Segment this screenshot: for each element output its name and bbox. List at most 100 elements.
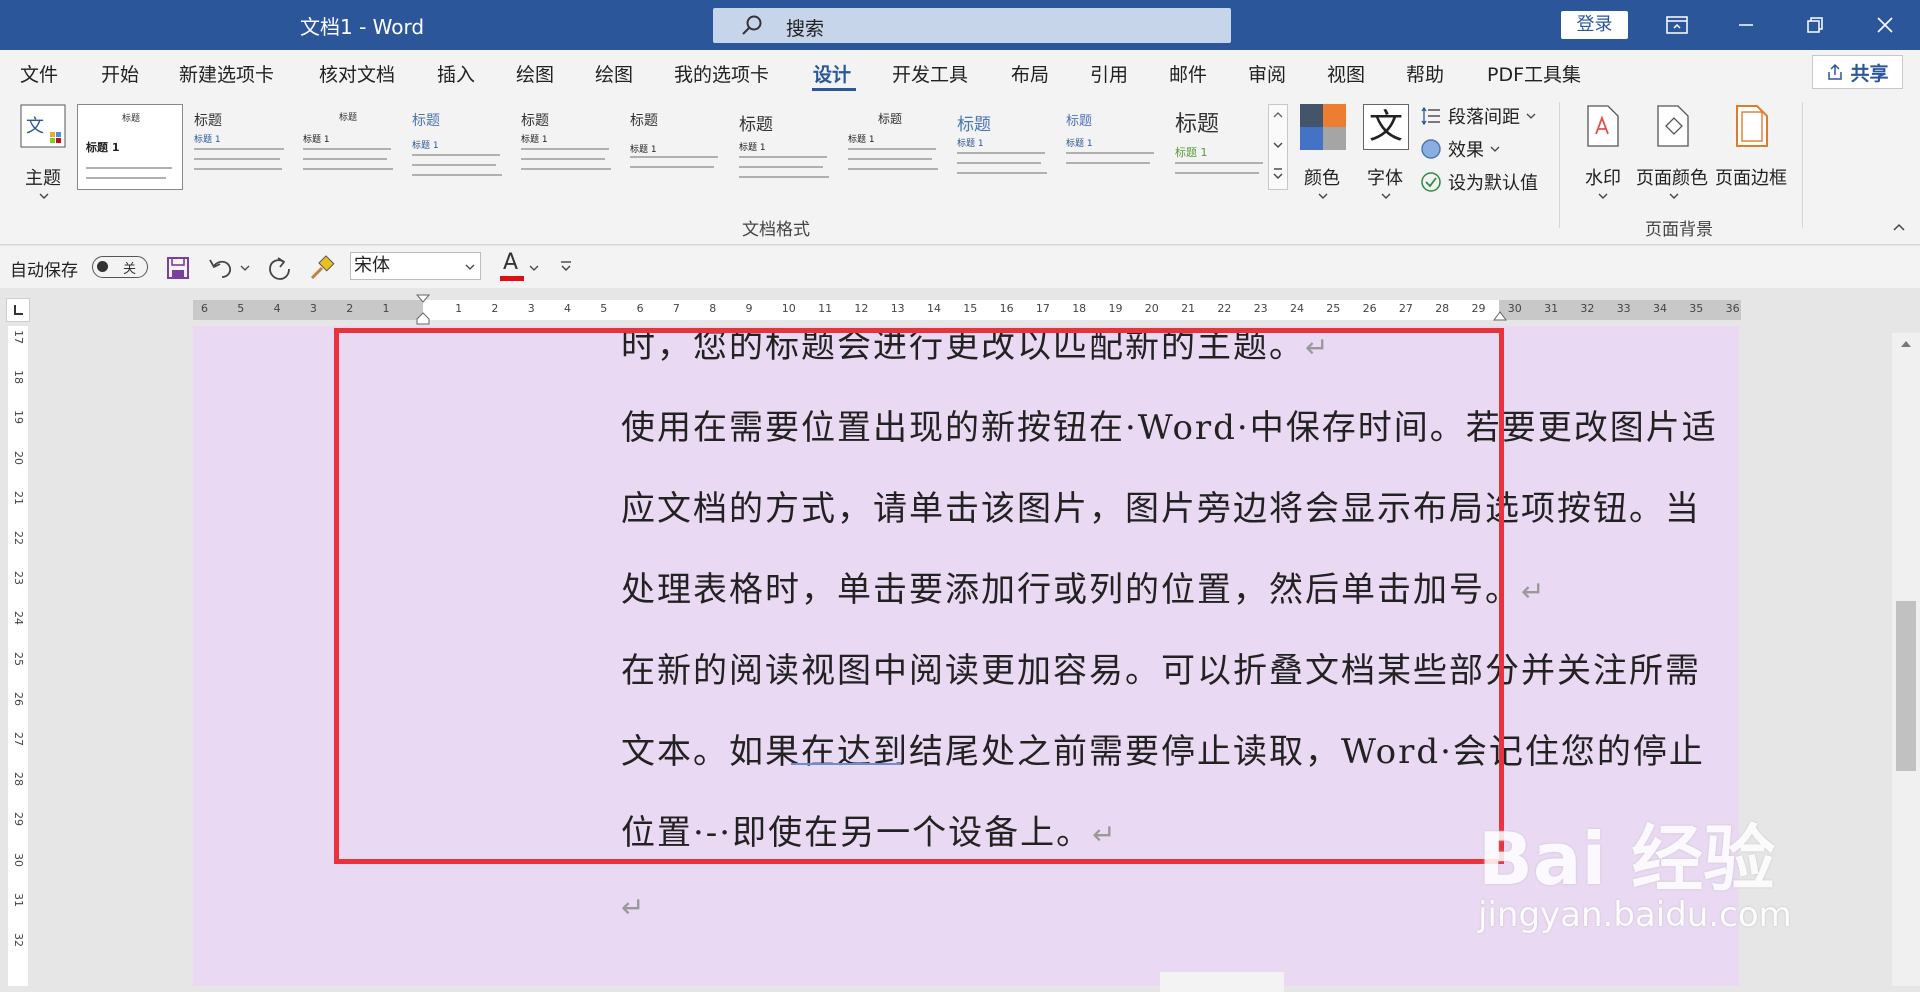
page-border-button[interactable]: 页面边框 [1715, 104, 1791, 214]
close-icon [1877, 17, 1893, 33]
search-box[interactable]: 搜索 [713, 8, 1231, 43]
scroll-up-icon[interactable] [1899, 339, 1913, 349]
tab-file[interactable]: 文件 [20, 60, 58, 87]
tab-view[interactable]: 视图 [1327, 60, 1365, 87]
font-name-dropdown[interactable]: 宋体 [350, 252, 481, 280]
save-icon[interactable] [166, 256, 190, 280]
chevron-up-icon[interactable] [1272, 111, 1284, 119]
chevron-down-icon [1526, 113, 1536, 119]
style-set-7[interactable]: 标题 标题 1 [731, 104, 837, 190]
tab-mailings[interactable]: 邮件 [1169, 60, 1207, 87]
tab-design[interactable]: 设计 [813, 60, 851, 87]
tab-new-tab[interactable]: 新建选项卡 [179, 60, 274, 87]
style-set-10[interactable]: 标题 标题 1 [1058, 104, 1164, 190]
tab-references[interactable]: 引用 [1090, 60, 1128, 87]
indent-marker-icon[interactable] [416, 294, 430, 326]
ruler-number: 31 [1544, 302, 1559, 315]
color-palette-icon [1300, 104, 1346, 150]
redo-icon[interactable] [266, 256, 292, 282]
ruler-number: 7 [672, 302, 680, 315]
style-set-5[interactable]: 标题 标题 1 [513, 104, 619, 190]
vertical-ruler-number: 32 [12, 933, 25, 947]
font-name-value: 宋体 [354, 255, 390, 276]
text-line [303, 158, 387, 160]
themes-label: 主题 [25, 168, 61, 189]
colors-label: 颜色 [1304, 168, 1340, 189]
group-label-document-format: 文档格式 [742, 220, 810, 240]
tab-draw[interactable]: 绘图 [516, 60, 554, 87]
mini-toolbar[interactable] [1160, 972, 1284, 992]
style-set-6[interactable]: 标题 标题 1 [622, 104, 728, 190]
share-icon [1828, 63, 1843, 80]
tab-layout[interactable]: 布局 [1011, 60, 1049, 87]
effects-button[interactable]: 效果 [1420, 135, 1500, 163]
chevron-down-icon[interactable] [1272, 141, 1284, 149]
horizontal-ruler[interactable]: 6 5 4 3 2 1 1 2 3 4 5 6 7 8 9 10 11 12 13 14 15 16 17 18 19 20 21 2… [193, 294, 1741, 325]
minimize-button[interactable] [1713, 0, 1779, 50]
empty-paragraph[interactable]: ↵ [621, 886, 646, 926]
customize-toolbar-icon[interactable] [560, 260, 572, 274]
tab-home[interactable]: 开始 [101, 60, 139, 87]
themes-button[interactable]: 文 主题 [16, 104, 72, 214]
ruler-number: 1 [455, 302, 463, 315]
style-set-11[interactable]: 标题 标题 1 [1167, 104, 1273, 190]
collapse-ribbon-icon[interactable] [1892, 222, 1906, 232]
restore-button[interactable] [1782, 0, 1848, 50]
style-set-1[interactable]: 标题 标题 1 [77, 104, 183, 190]
page-color-button[interactable]: 页面颜色 [1636, 104, 1712, 214]
right-indent-marker-icon[interactable] [1493, 310, 1507, 322]
format-painter-icon[interactable] [308, 254, 336, 282]
text-line [86, 167, 172, 169]
style-set-3[interactable]: 标题 标题 1 [295, 104, 401, 190]
style-set-heading: 标题 1 [1066, 139, 1093, 149]
tab-insert[interactable]: 插入 [437, 60, 475, 87]
tab-pdf-tools[interactable]: PDF工具集 [1487, 60, 1581, 87]
effects-icon [1421, 139, 1441, 159]
chevron-down-icon[interactable] [529, 264, 539, 272]
set-as-default-button[interactable]: 设为默认值 [1420, 168, 1538, 196]
colors-button[interactable]: 颜色 [1298, 104, 1348, 214]
vertical-ruler[interactable]: 17 18 19 20 21 22 23 24 25 26 27 28 29 30 31 32 [8, 326, 28, 986]
style-set-4[interactable]: 标题 标题 1 [404, 104, 510, 190]
chevron-down-icon[interactable] [240, 264, 250, 272]
vertical-scrollbar[interactable] [1892, 333, 1920, 986]
style-set-title: 标题 [1175, 112, 1220, 137]
style-set-8[interactable]: 标题 标题 1 [840, 104, 946, 190]
style-set-heading: 标题 1 [630, 145, 657, 155]
undo-icon[interactable] [208, 256, 234, 280]
tab-selector[interactable] [6, 298, 30, 322]
search-icon [742, 15, 762, 35]
tab-review[interactable]: 审阅 [1248, 60, 1286, 87]
text-line [521, 148, 609, 150]
ruler-number: 34 [1653, 302, 1667, 315]
title-bar: 文档1 - Word 搜索 登录 [0, 0, 1920, 50]
font-color-button[interactable]: A [500, 250, 526, 282]
vertical-ruler-number: 21 [12, 490, 25, 505]
autosave-toggle[interactable]: 关 [92, 256, 148, 278]
tab-developer[interactable]: 开发工具 [892, 60, 968, 87]
style-set-9[interactable]: 标题 标题 1 [949, 104, 1055, 190]
text-line [739, 166, 823, 168]
highlight-annotation [334, 328, 1504, 864]
style-set-title: 标题 [878, 112, 903, 126]
style-set-heading: 标题 1 [412, 141, 439, 151]
tab-draw-2[interactable]: 绘图 [595, 60, 633, 87]
ruler-number: 6 [636, 302, 644, 315]
tab-help[interactable]: 帮助 [1406, 60, 1444, 87]
fonts-button[interactable]: 文 字体 [1361, 104, 1411, 214]
tab-review-doc[interactable]: 核对文档 [319, 60, 395, 87]
tab-my-tab[interactable]: 我的选项卡 [674, 60, 769, 87]
ruler-number: 13 [890, 302, 905, 315]
gallery-more-icon[interactable] [1272, 167, 1284, 181]
scroll-thumb[interactable] [1896, 601, 1916, 771]
ribbon-display-options-button[interactable] [1644, 0, 1710, 50]
watermark-button[interactable]: 水印 [1578, 104, 1628, 214]
paragraph-spacing-button[interactable]: 段落间距 [1420, 102, 1536, 130]
style-set-2[interactable]: 标题 标题 1 [186, 104, 292, 190]
text-line [412, 164, 496, 166]
themes-icon: 文 [20, 104, 66, 148]
autosave-state: 关 [123, 262, 137, 277]
share-button[interactable]: 共享 [1812, 55, 1903, 89]
login-button[interactable]: 登录 [1561, 11, 1628, 39]
close-button[interactable] [1852, 0, 1918, 50]
